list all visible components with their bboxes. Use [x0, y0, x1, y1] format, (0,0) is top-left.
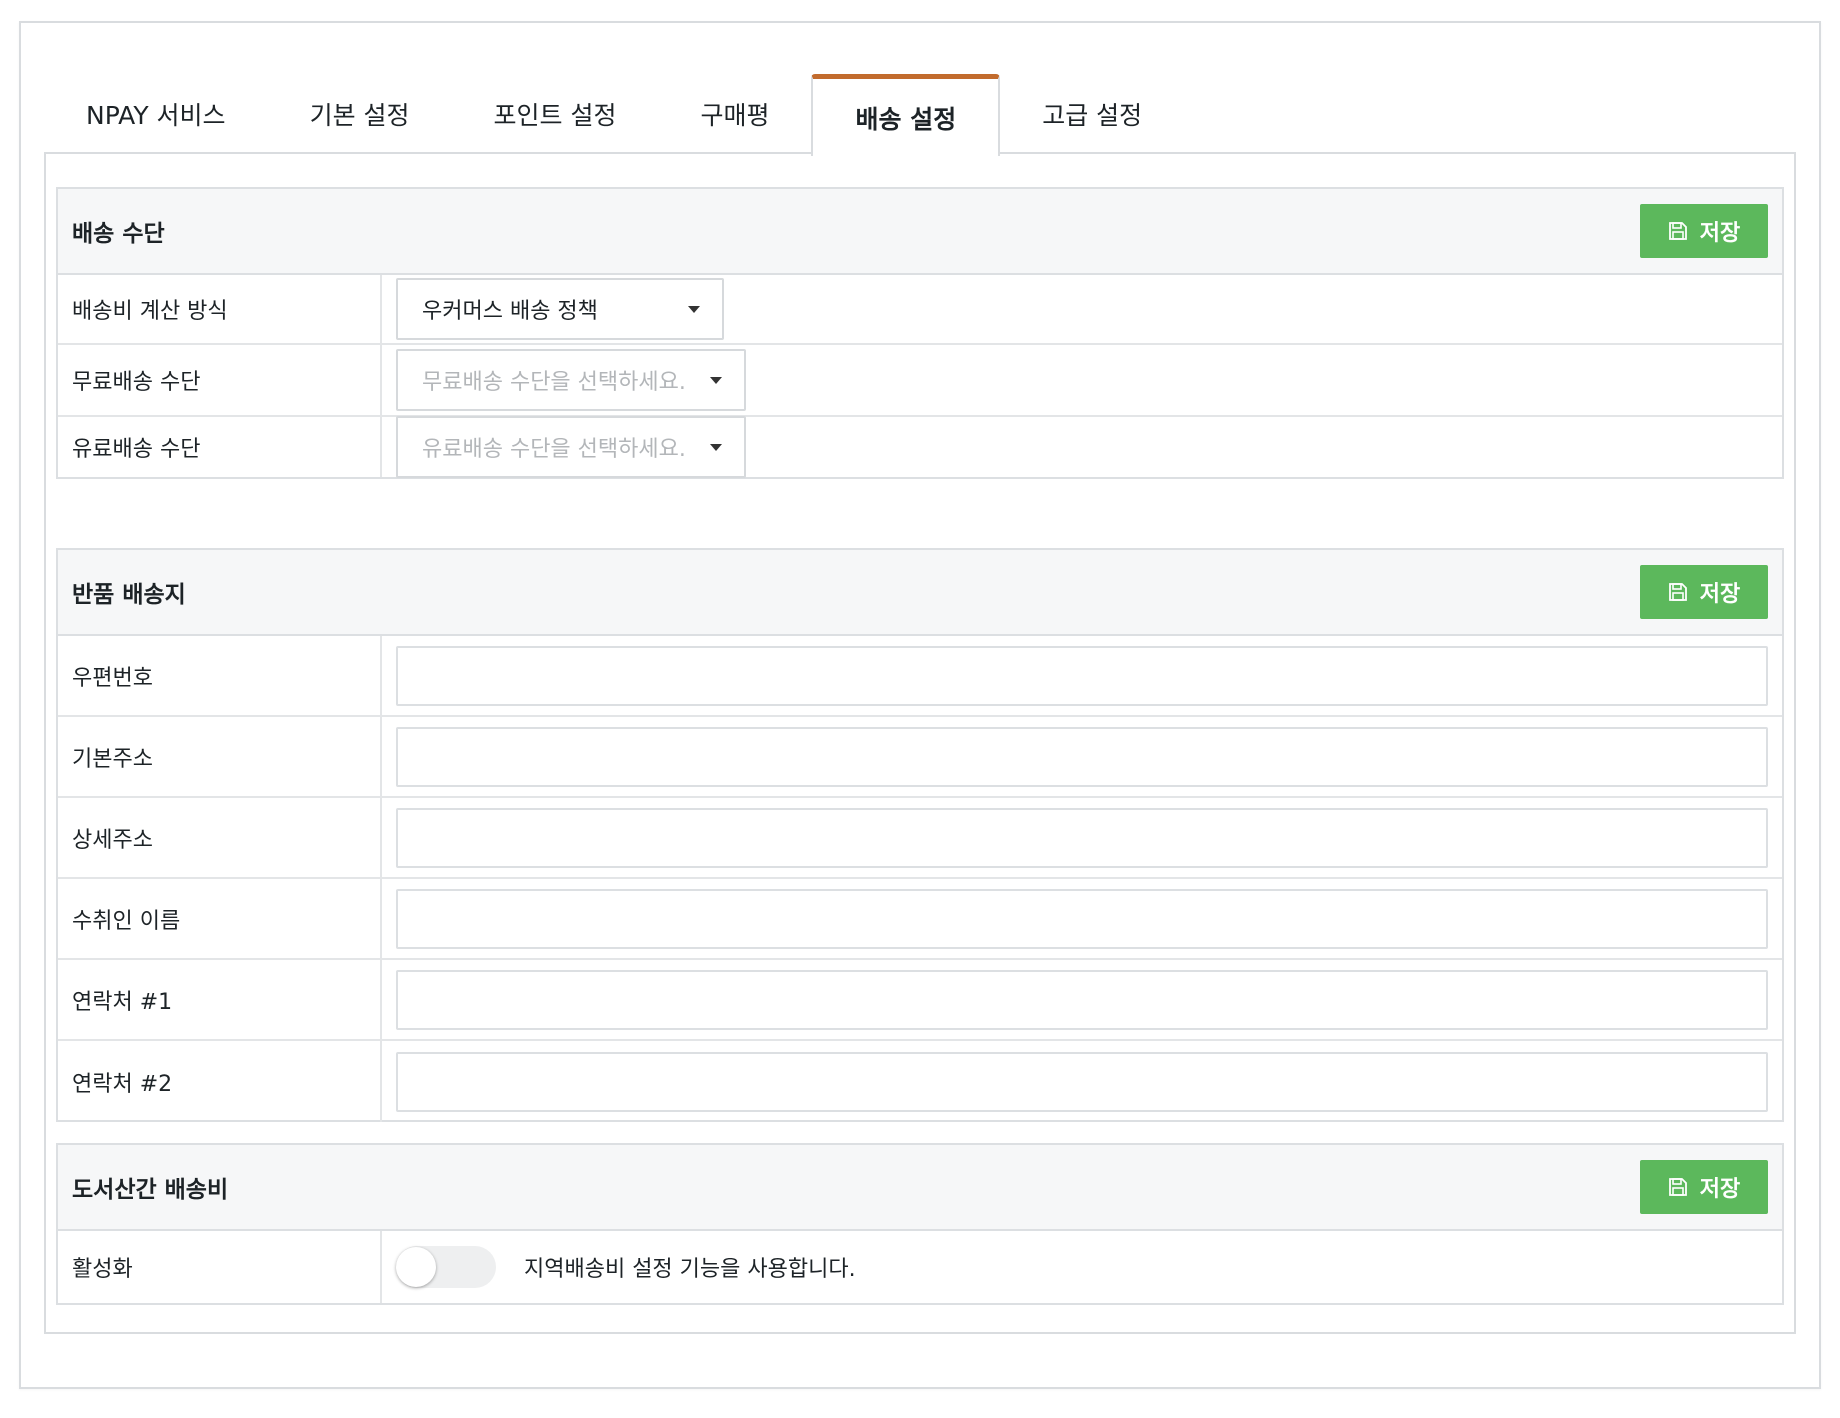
save-button-label: 저장 — [1699, 1177, 1741, 1202]
row-field — [382, 798, 1782, 877]
detail-address-input[interactable] — [396, 807, 1768, 868]
section-header: 반품 배송지 저장 — [58, 550, 1782, 636]
base-address-input[interactable] — [396, 726, 1768, 787]
tab-point-settings[interactable]: 포인트 설정 — [452, 74, 659, 154]
form-row: 수취인 이름 — [58, 879, 1782, 960]
shipping-fee-method-select[interactable]: 우커머스 배송 정책 — [396, 278, 724, 340]
tab-basic-settings[interactable]: 기본 설정 — [268, 74, 452, 154]
free-shipping-method-select[interactable]: 무료배송 수단을 선택하세요. — [396, 349, 746, 411]
row-label: 상세주소 — [58, 798, 382, 877]
caret-down-icon — [688, 305, 700, 313]
tab-advanced-settings[interactable]: 고급 설정 — [1000, 74, 1184, 154]
row-field: 유료배송 수단을 선택하세요. — [382, 416, 1782, 478]
paid-shipping-method-select[interactable]: 유료배송 수단을 선택하세요. — [396, 416, 746, 478]
form-row: 상세주소 — [58, 798, 1782, 879]
row-label: 유료배송 수단 — [58, 417, 382, 477]
row-field: 무료배송 수단을 선택하세요. — [382, 345, 1782, 415]
postal-code-input[interactable] — [396, 645, 1768, 706]
shipping-method-section: 배송 수단 저장 배송비 계산 방식 우커머스 배송 정책 무료배송 수단 무료… — [56, 187, 1784, 479]
row-field — [382, 636, 1782, 715]
toggle-description: 지역배송비 설정 기능을 사용합니다. — [524, 1257, 856, 1282]
row-field: 지역배송비 설정 기능을 사용합니다. — [382, 1231, 1782, 1303]
recipient-name-input[interactable] — [396, 888, 1768, 949]
form-row: 연락처 #2 — [58, 1041, 1782, 1122]
caret-down-icon — [710, 443, 722, 451]
row-label: 우편번호 — [58, 636, 382, 715]
row-field — [382, 960, 1782, 1039]
floppy-disk-icon — [1668, 583, 1687, 601]
row-label: 수취인 이름 — [58, 879, 382, 958]
row-field — [382, 717, 1782, 796]
row-label: 기본주소 — [58, 717, 382, 796]
section-header: 도서산간 배송비 저장 — [58, 1145, 1782, 1231]
section-title: 배송 수단 — [72, 221, 165, 247]
row-label: 배송비 계산 방식 — [58, 275, 382, 343]
tab-shipping-settings[interactable]: 배송 설정 — [811, 74, 1001, 156]
floppy-disk-icon — [1668, 1178, 1687, 1196]
form-row: 연락처 #1 — [58, 960, 1782, 1041]
settings-tabs: NPAY 서비스 기본 설정 포인트 설정 구매평 배송 설정 고급 설정 — [44, 74, 1184, 156]
island-shipping-fee-section: 도서산간 배송비 저장 활성화 지역배송비 설정 기능을 사용합니다. — [56, 1143, 1784, 1305]
save-button-label: 저장 — [1699, 582, 1741, 607]
row-label: 무료배송 수단 — [58, 345, 382, 415]
row-label: 연락처 #1 — [58, 960, 382, 1039]
tab-panel: 배송 수단 저장 배송비 계산 방식 우커머스 배송 정책 무료배송 수단 무료… — [44, 152, 1796, 1334]
form-row: 배송비 계산 방식 우커머스 배송 정책 — [58, 275, 1782, 345]
section-title: 반품 배송지 — [72, 582, 186, 608]
row-field — [382, 879, 1782, 958]
save-button[interactable]: 저장 — [1640, 1160, 1768, 1214]
row-field: 우커머스 배송 정책 — [382, 275, 1782, 343]
form-row: 활성화 지역배송비 설정 기능을 사용합니다. — [58, 1231, 1782, 1303]
section-title: 도서산간 배송비 — [72, 1177, 229, 1203]
row-field — [382, 1041, 1782, 1122]
form-row: 유료배송 수단 유료배송 수단을 선택하세요. — [58, 416, 1782, 478]
island-fee-toggle[interactable] — [396, 1246, 496, 1288]
toggle-knob — [396, 1247, 436, 1287]
tab-reviews[interactable]: 구매평 — [658, 74, 811, 154]
form-row: 기본주소 — [58, 717, 1782, 798]
form-row: 우편번호 — [58, 636, 1782, 717]
select-placeholder: 유료배송 수단을 선택하세요. — [422, 437, 686, 462]
contact-1-input[interactable] — [396, 969, 1768, 1030]
section-header: 배송 수단 저장 — [58, 189, 1782, 275]
caret-down-icon — [710, 376, 722, 384]
return-address-section: 반품 배송지 저장 우편번호 기본주소 상세주소 수취인 이름 연락처 #1 연… — [56, 548, 1784, 1122]
save-button[interactable]: 저장 — [1640, 565, 1768, 619]
select-placeholder: 무료배송 수단을 선택하세요. — [422, 370, 686, 395]
save-button-label: 저장 — [1699, 221, 1741, 246]
floppy-disk-icon — [1668, 222, 1687, 240]
save-button[interactable]: 저장 — [1640, 204, 1768, 258]
row-label: 활성화 — [58, 1231, 382, 1303]
form-row: 무료배송 수단 무료배송 수단을 선택하세요. — [58, 345, 1782, 417]
contact-2-input[interactable] — [396, 1051, 1768, 1112]
select-value: 우커머스 배송 정책 — [422, 299, 598, 324]
tab-npay-service[interactable]: NPAY 서비스 — [44, 74, 268, 154]
row-label: 연락처 #2 — [58, 1041, 382, 1122]
